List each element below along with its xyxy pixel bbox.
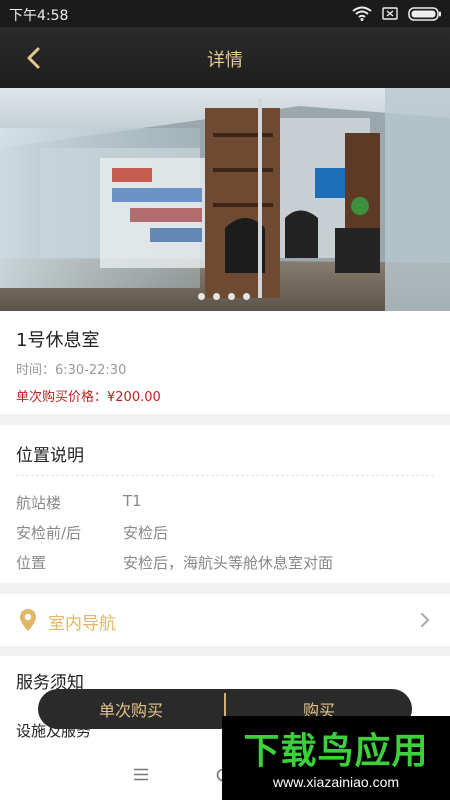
carousel-dots bbox=[198, 293, 250, 300]
location-label: 航站楼 bbox=[16, 494, 62, 512]
carousel-dot[interactable] bbox=[243, 293, 250, 300]
lounge-info-card: 1号休息室 时间：6:30-22:30 单次购买价格：¥200.00 bbox=[0, 311, 450, 414]
single-buy-button[interactable]: 单次购买 bbox=[38, 689, 224, 729]
wifi-icon bbox=[352, 6, 372, 25]
location-row-terminal: 航站楼 T1 bbox=[16, 492, 142, 513]
indoor-navigation-row[interactable]: 室内导航 bbox=[0, 594, 450, 646]
carousel-dot[interactable] bbox=[213, 293, 220, 300]
location-row-security: 安检前/后 安检后 bbox=[16, 522, 168, 543]
location-row-position: 位置 安检后，海航头等舱休息室对面 bbox=[16, 552, 333, 573]
location-value: T1 bbox=[123, 492, 142, 510]
carousel-dot[interactable] bbox=[228, 293, 235, 300]
location-value: 安检后 bbox=[123, 524, 169, 542]
watermark-title: 下载鸟应用 bbox=[243, 731, 429, 772]
location-label: 位置 bbox=[16, 554, 47, 572]
divider bbox=[16, 475, 434, 476]
lounge-photo bbox=[0, 88, 450, 311]
location-title: 位置说明 bbox=[16, 446, 84, 466]
watermark-url: www.xiazainiao.com bbox=[272, 774, 400, 790]
location-pin-icon bbox=[19, 608, 37, 636]
chevron-right-icon bbox=[420, 612, 430, 632]
menu-icon[interactable] bbox=[133, 766, 149, 785]
battery-icon bbox=[408, 6, 442, 25]
status-icons bbox=[352, 6, 442, 25]
location-card: 位置说明 航站楼 T1 安检前/后 安检后 位置 安检后，海航头等舱休息室对面 bbox=[0, 425, 450, 583]
opening-hours: 时间：6:30-22:30 bbox=[16, 363, 127, 378]
indoor-navigation-label: 室内导航 bbox=[48, 614, 116, 634]
single-price: 单次购买价格：¥200.00 bbox=[16, 390, 161, 405]
header-bar: 详情 bbox=[0, 27, 450, 88]
lounge-name: 1号休息室 bbox=[16, 330, 100, 351]
page-title: 详情 bbox=[207, 50, 243, 71]
no-sim-icon bbox=[382, 7, 398, 24]
photo-carousel[interactable] bbox=[0, 88, 450, 311]
location-label: 安检前/后 bbox=[16, 524, 82, 542]
location-value: 安检后，海航头等舱休息室对面 bbox=[123, 554, 334, 572]
watermark-logo: 下载鸟应用 www.xiazainiao.com bbox=[222, 716, 450, 800]
carousel-dot[interactable] bbox=[198, 293, 205, 300]
status-time: 下午4:58 bbox=[9, 8, 69, 24]
status-bar: 下午4:58 bbox=[0, 0, 450, 27]
